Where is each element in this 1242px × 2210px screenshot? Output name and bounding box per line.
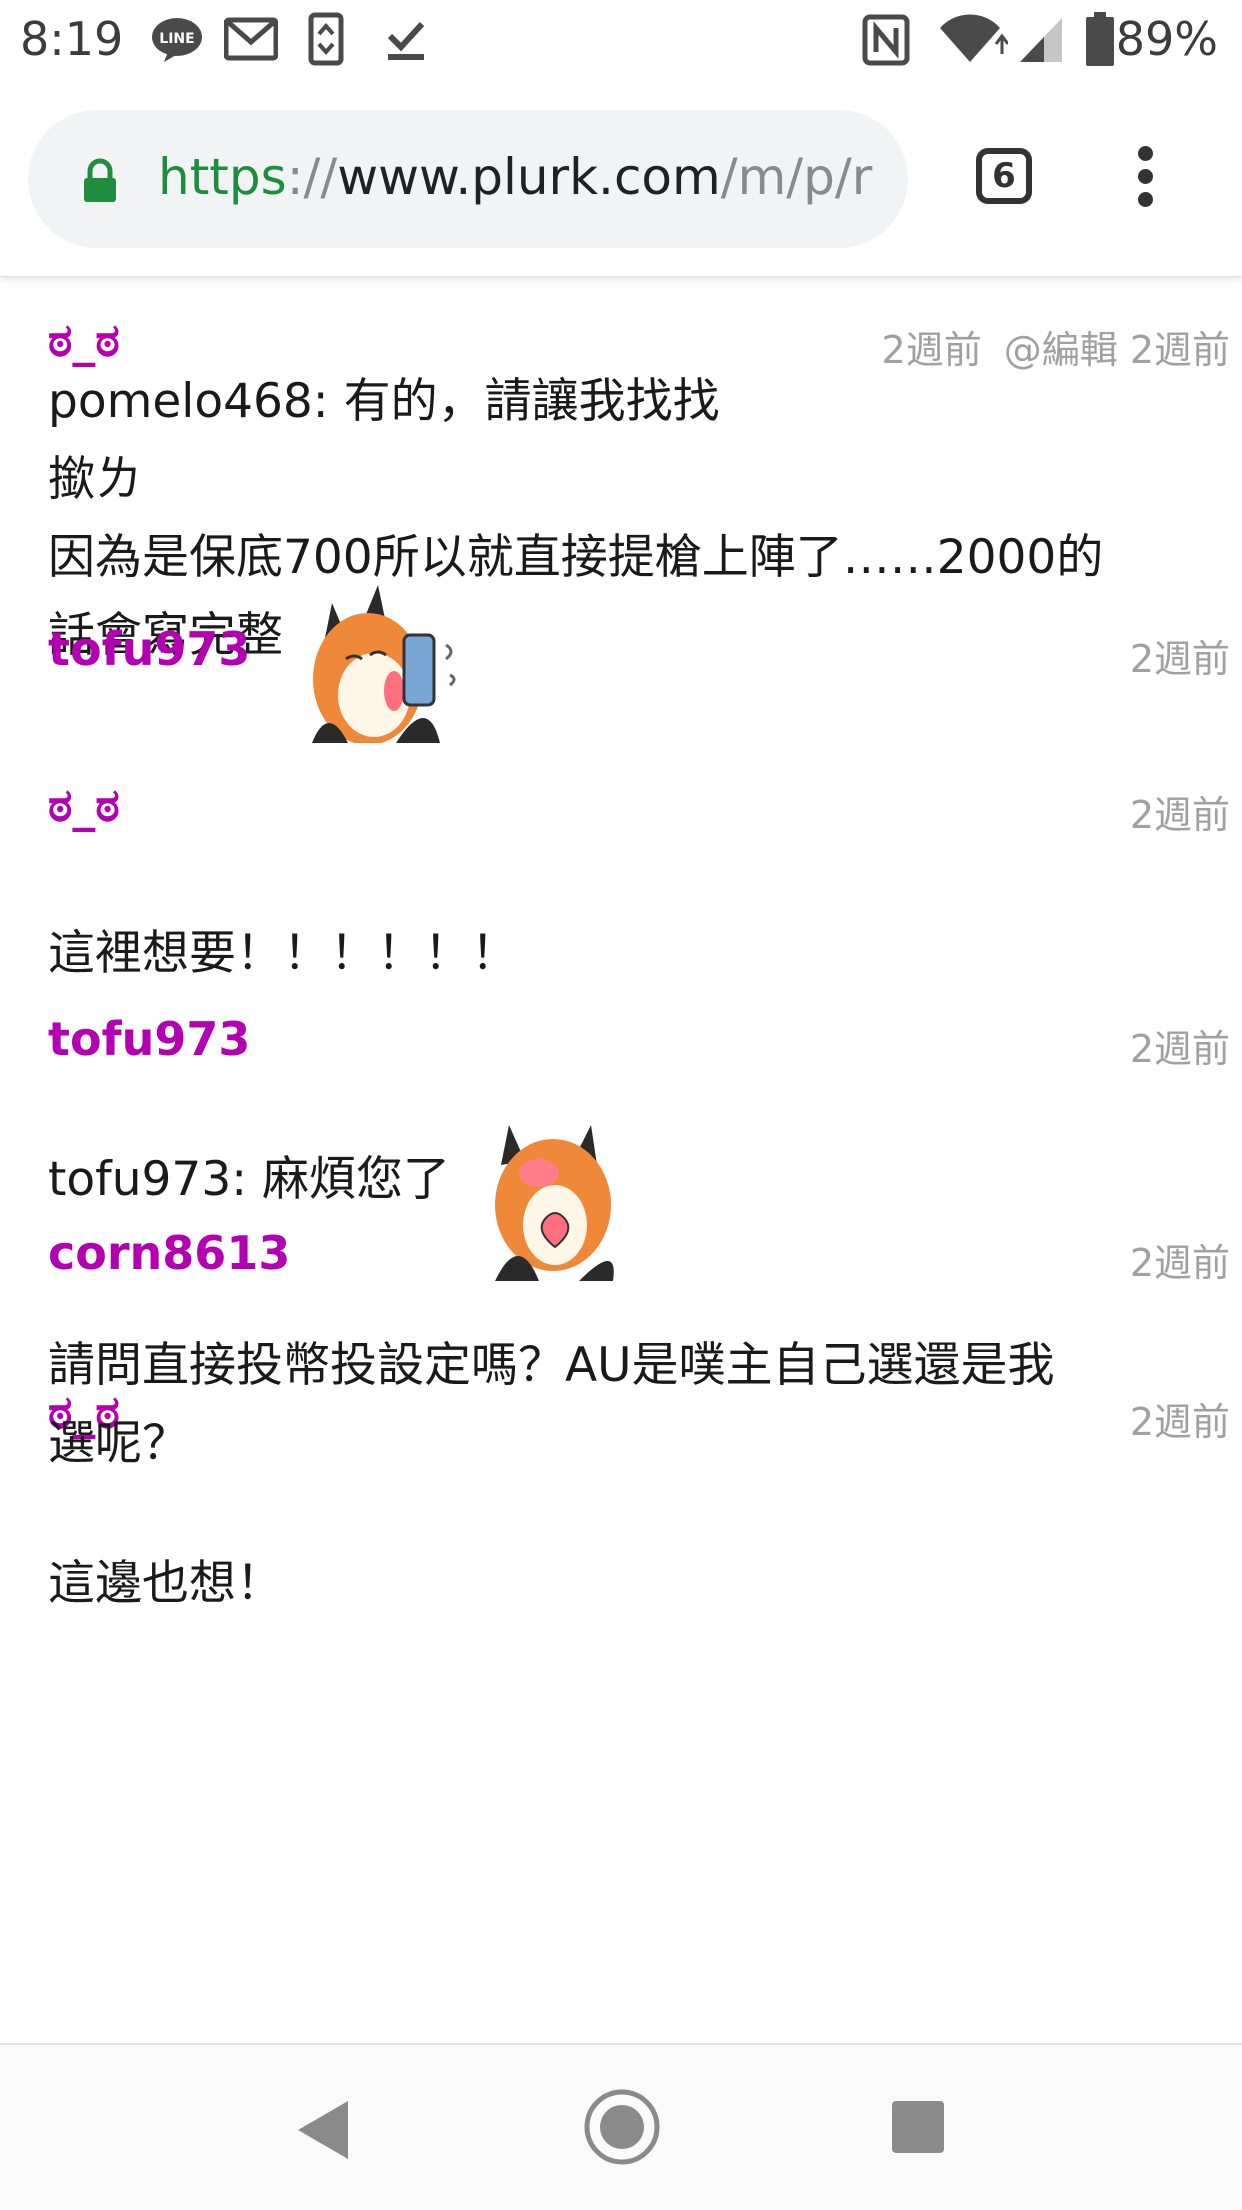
url-text[interactable]: https://www.plurk.com/m/p/r [158,148,898,218]
response-meta: 2週前 [1130,784,1230,839]
url-separator: :// [286,148,338,206]
nfc-icon [862,14,910,70]
response-meta: 2週前 [1130,628,1230,683]
response-username[interactable]: corn8613 [48,1226,290,1280]
home-icon[interactable] [582,2087,662,2171]
battery-percent: 89% [1115,12,1218,66]
response-list: ಠ_ಠ 2週前 @編輯 2週前 pomelo468: 有的，請讓我找找 撳ㄌ 因為… [0,277,1242,2043]
download-done-icon [386,18,426,66]
signal-icon [1018,16,1064,68]
response-item: ಠ_ಠ 2週前 [0,1385,1242,1465]
response-time: 2週前 [1129,1400,1230,1444]
back-icon[interactable] [292,2097,352,2167]
line-icon: LINE [150,16,204,68]
sync-icon [308,12,344,70]
response-item: tofu973 2週前 [0,622,1242,792]
response-item: tofu973 2週前 [0,1012,1242,1212]
browser-toolbar: https://www.plurk.com/m/p/r 6 [0,86,1242,277]
status-bar: 8:19 LINE 89% [0,0,1242,86]
tab-switcher-button[interactable]: 6 [976,148,1032,204]
response-username[interactable]: tofu973 [48,1012,250,1066]
response-item: corn8613 2週前 [0,1226,1242,1376]
battery-icon [1086,12,1114,70]
response-meta: 2週前 [1130,1232,1230,1287]
wifi-icon [938,14,1010,68]
address-bar[interactable]: https://www.plurk.com/m/p/r [28,110,908,248]
response-line: 因為是保底700所以就直接提槍上陣了……2000的 [48,530,1104,585]
response-line: pomelo468: 有的，請讓我找找 [48,374,720,429]
response-username[interactable]: ಠ_ಠ [48,1385,120,1441]
response-line: 撳ㄌ [48,452,142,507]
gmail-icon [223,16,279,66]
system-nav-bar [0,2043,1242,2210]
response-username[interactable]: tofu973 [48,622,250,676]
url-host: www.plurk.com [337,148,721,206]
svg-text:LINE: LINE [159,31,194,47]
response-meta: 2週前 [1130,1018,1230,1073]
response-username[interactable]: ಠ_ಠ [48,313,120,369]
response-meta: 2週前 [1130,1391,1230,1446]
overflow-menu-icon[interactable] [1130,146,1160,216]
response-time: 2週前 [1129,793,1230,837]
url-scheme: https [158,148,287,206]
response-time: 2週前 [1129,1027,1230,1071]
response-username[interactable]: ಠ_ಠ [48,778,120,834]
response-time: 2週前 [1129,637,1230,681]
response-item: ಠ_ಠ 2週前 [0,778,1242,978]
response-time: 2週前 [1129,1241,1230,1285]
lock-icon [82,158,118,208]
recents-icon[interactable] [890,2099,946,2159]
status-time: 8:19 [20,12,124,66]
url-path: /m/p/r [720,148,873,206]
